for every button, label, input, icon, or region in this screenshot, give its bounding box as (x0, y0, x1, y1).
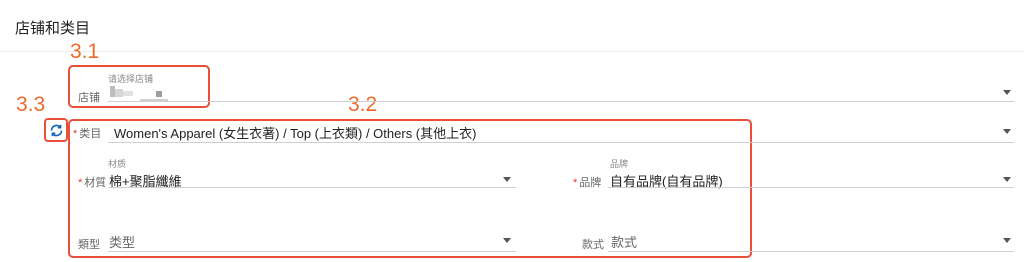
caret-down-icon[interactable] (1003, 90, 1011, 95)
material-label: * 材質 (78, 177, 107, 189)
type-underline (108, 251, 516, 252)
store-underline (108, 101, 1014, 102)
style-underline (608, 251, 1014, 252)
caret-down-icon[interactable] (503, 238, 511, 243)
caret-down-icon[interactable] (1003, 177, 1011, 182)
annotation-3-1: 3.1 (70, 40, 100, 63)
category-label: * 类目 (73, 128, 102, 140)
caret-down-icon[interactable] (1003, 238, 1011, 243)
store-label: 店铺 (78, 92, 100, 104)
annotation-3-3: 3.3 (16, 93, 46, 116)
section-header: 店铺和类目 (0, 0, 1024, 52)
material-hint: 材质 (108, 159, 127, 169)
section-title: 店铺和类目 (15, 20, 91, 37)
material-underline (108, 187, 516, 188)
annotation-3-2: 3.2 (348, 93, 378, 116)
store-hint: 请选择店铺 (108, 74, 154, 84)
brand-underline (608, 187, 1014, 188)
style-label: 款式 (582, 239, 604, 251)
caret-down-icon[interactable] (503, 177, 511, 182)
type-label: 類型 (78, 239, 100, 251)
category-underline (108, 142, 1014, 143)
style-placeholder: 款式 (611, 235, 638, 250)
brand-hint: 品牌 (610, 159, 629, 169)
category-value: Women's Apparel (女生衣著) / Top (上衣類) / Oth… (114, 126, 477, 141)
refresh-icon (50, 124, 62, 136)
type-placeholder: 类型 (109, 235, 136, 250)
refresh-category-button[interactable] (44, 118, 68, 142)
caret-down-icon[interactable] (1003, 129, 1011, 134)
brand-label: * 品牌 (573, 177, 602, 189)
